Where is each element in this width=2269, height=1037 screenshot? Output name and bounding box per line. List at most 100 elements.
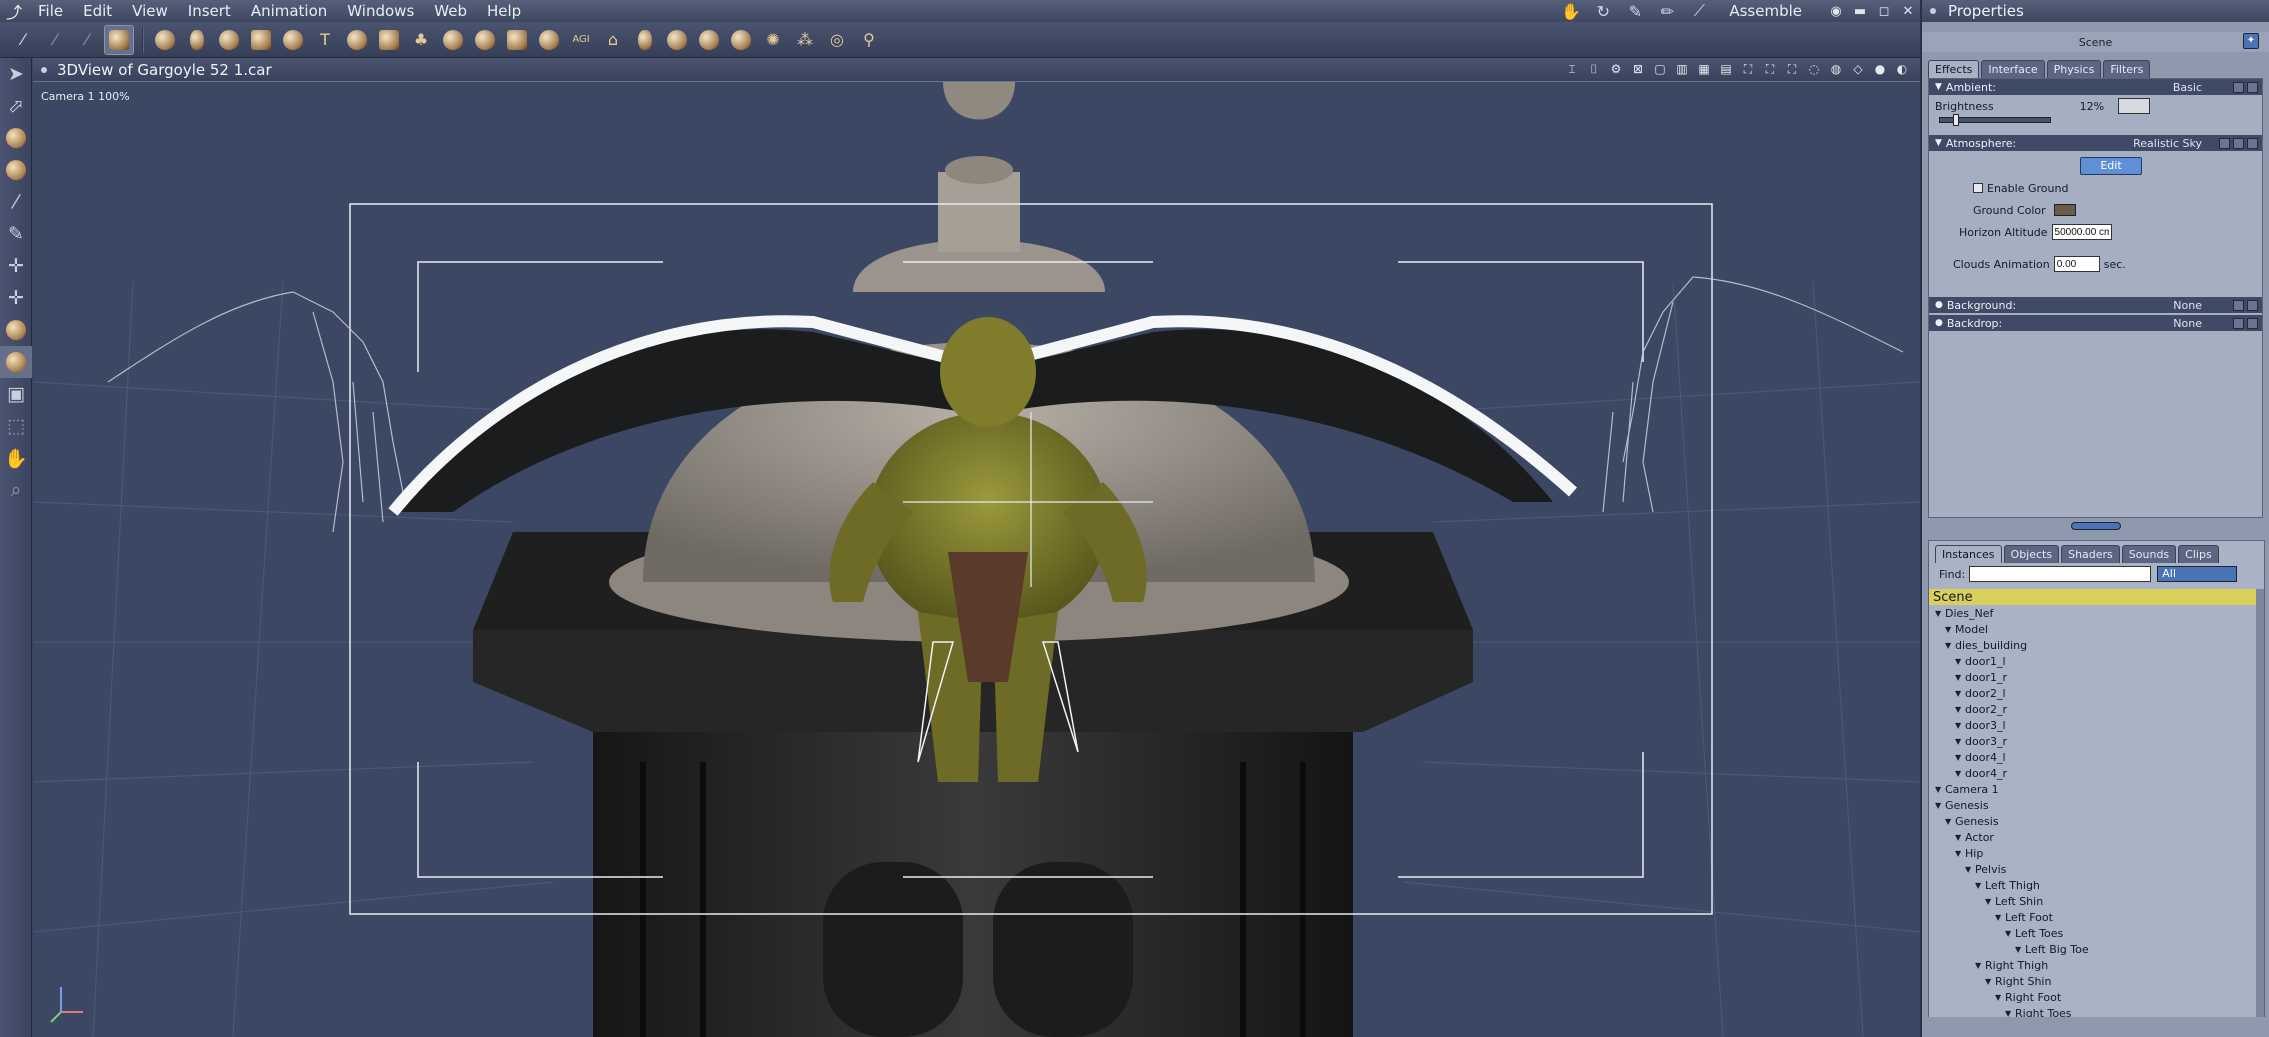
section-button[interactable] [2247,81,2258,93]
section-button[interactable] [2247,137,2258,149]
tree-expander-icon[interactable]: ▼ [1955,849,1965,858]
tab-shaders[interactable]: Shaders [2061,545,2120,563]
tree-expander-icon[interactable]: ▼ [1975,961,1985,970]
sphere-tool-icon[interactable] [0,346,32,378]
tree-expander-icon[interactable]: ▼ [1955,833,1965,842]
tree-expander-icon[interactable]: ▼ [1955,673,1965,682]
light-icon[interactable] [694,25,724,55]
collapse-triangle-icon[interactable]: ▼ [1935,138,1942,148]
select-arrow-icon[interactable]: ➤ [0,58,32,90]
tree-root-scene[interactable]: Scene [1929,589,2264,605]
group-icon[interactable]: ⁂ [790,25,820,55]
scene-render[interactable] [33,82,1920,1037]
render-mode-icon[interactable]: ◌ [1806,61,1822,77]
section-button[interactable] [2233,81,2244,93]
tree-item[interactable]: ▼ Left Toes [1929,925,2264,941]
box-tool-icon[interactable]: ▣ [0,378,32,410]
rotate-tool-icon[interactable] [0,122,32,154]
tree-item[interactable]: ▼ Left Thigh [1929,877,2264,893]
tree-item[interactable]: ▼ Left Foot [1929,909,2264,925]
spot-light-icon[interactable] [726,25,756,55]
render-tool-icon[interactable] [104,24,134,55]
tree-item[interactable]: ▼ Dies_Nef [1929,605,2264,621]
tab-clips[interactable]: Clips [2178,545,2219,563]
metaball-icon[interactable] [342,25,372,55]
tree-expander-icon[interactable]: ▼ [1965,865,1975,874]
spline-object-icon[interactable] [278,25,308,55]
layout-view-icon[interactable]: ▤ [1718,61,1734,77]
backdrop-value[interactable]: None [2173,317,2202,330]
terrain-icon[interactable] [374,25,404,55]
ambient-color-swatch[interactable] [2118,98,2151,114]
view-option-icon[interactable]: ⌷ [1586,61,1602,77]
close-button[interactable]: ✕ [1896,4,1920,19]
tab-instances[interactable]: Instances [1935,545,2002,563]
render-mode-icon[interactable]: ◍ [1828,61,1844,77]
twist-tool-icon[interactable] [0,154,32,186]
menu-insert[interactable]: Insert [178,0,241,22]
tab-filters[interactable]: Filters [2103,60,2151,78]
house-icon[interactable]: ⌂ [598,25,628,55]
sphere-icon[interactable] [150,25,180,55]
camera-preset-icon[interactable]: ⛶ [1784,61,1800,77]
tree-expander-icon[interactable]: ▼ [1995,993,2005,1002]
tree-expander-icon[interactable]: ▼ [1995,913,2005,922]
tab-sounds[interactable]: Sounds [2121,545,2177,563]
menu-view[interactable]: View [122,0,178,22]
single-view-icon[interactable]: ▢ [1652,61,1668,77]
tree-item[interactable]: ▼ door4_l [1929,749,2264,765]
collapse-triangle-icon[interactable]: ▼ [1935,82,1942,92]
pin-icon[interactable]: ⚲ [854,25,884,55]
menu-file[interactable]: File [28,0,73,22]
tree-expander-icon[interactable]: ▼ [1955,689,1965,698]
tree-item[interactable]: ▼ door1_l [1929,653,2264,669]
tree-scrollbar[interactable] [2256,589,2264,1017]
tree-expander-icon[interactable]: ▼ [1955,737,1965,746]
tree-item[interactable]: ▼ Genesis [1929,797,2264,813]
3d-viewport[interactable]: 3DView of Gargoyle 52 1.car ⌶ ⌷ ⚙ ⊠ ▢ ▥ … [33,58,1920,1037]
tree-item[interactable]: ▼ Hip [1929,845,2264,861]
tree-expander-icon[interactable]: ▼ [2005,929,2015,938]
menu-help[interactable]: Help [477,0,531,22]
tree-item[interactable]: ▼ Right Shin [1929,973,2264,989]
zoom-icon[interactable]: ⌕ [0,474,32,506]
tree-item[interactable]: ▼ Pelvis [1929,861,2264,877]
tab-physics[interactable]: Physics [2046,60,2102,78]
camera-icon[interactable]: ⬚ [0,410,32,442]
brush-icon[interactable]: ✎ [1619,0,1651,22]
globe-icon[interactable] [214,25,244,55]
section-button[interactable] [2247,299,2258,311]
vertex-object-icon[interactable] [246,25,276,55]
tree-item[interactable]: ▼ dies_building [1929,637,2264,653]
direct-select-icon[interactable]: ⬀ [0,90,32,122]
atmosphere-value[interactable]: Realistic Sky [2133,137,2202,150]
tree-expander-icon[interactable]: ▼ [1945,817,1955,826]
section-button[interactable] [2233,137,2244,149]
menu-edit[interactable]: Edit [73,0,122,22]
menu-web[interactable]: Web [424,0,477,22]
section-button[interactable] [2219,137,2230,149]
tree-expander-icon[interactable]: ▼ [1945,641,1955,650]
scale-tool-icon[interactable] [0,314,32,346]
tree-item[interactable]: ▼ door2_l [1929,685,2264,701]
move-plane-icon[interactable]: ✛ [0,282,32,314]
particle-icon[interactable]: ✺ [758,25,788,55]
tree-expander-icon[interactable]: ▼ [1945,625,1955,634]
panel-splitter[interactable] [2070,522,2121,530]
tree-item[interactable]: ▼ Actor [1929,829,2264,845]
horizon-altitude-input[interactable] [2051,224,2112,240]
wand-tool-icon[interactable]: ⁄ [8,25,38,55]
tree-item[interactable]: ▼ door1_r [1929,669,2264,685]
tree-expander-icon[interactable]: ▼ [1935,785,1945,794]
tab-interface[interactable]: Interface [1981,60,2045,78]
tab-effects[interactable]: Effects [1928,60,1980,78]
tree-expander-icon[interactable]: ▼ [1955,721,1965,730]
instance-tree[interactable]: Scene ▼ Dies_Nef ▼ Model ▼ dies_building ▼ door1… [1929,589,2264,1017]
find-input[interactable] [1969,566,2152,582]
tab-objects[interactable]: Objects [2003,545,2060,563]
tree-item[interactable]: ▼ Right Thigh [1929,957,2264,973]
tree-expander-icon[interactable]: ▼ [1975,881,1985,890]
paint-tool-icon[interactable]: ✎ [0,218,32,250]
menu-windows[interactable]: Windows [337,0,424,22]
tree-expander-icon[interactable]: ▼ [1935,801,1945,810]
